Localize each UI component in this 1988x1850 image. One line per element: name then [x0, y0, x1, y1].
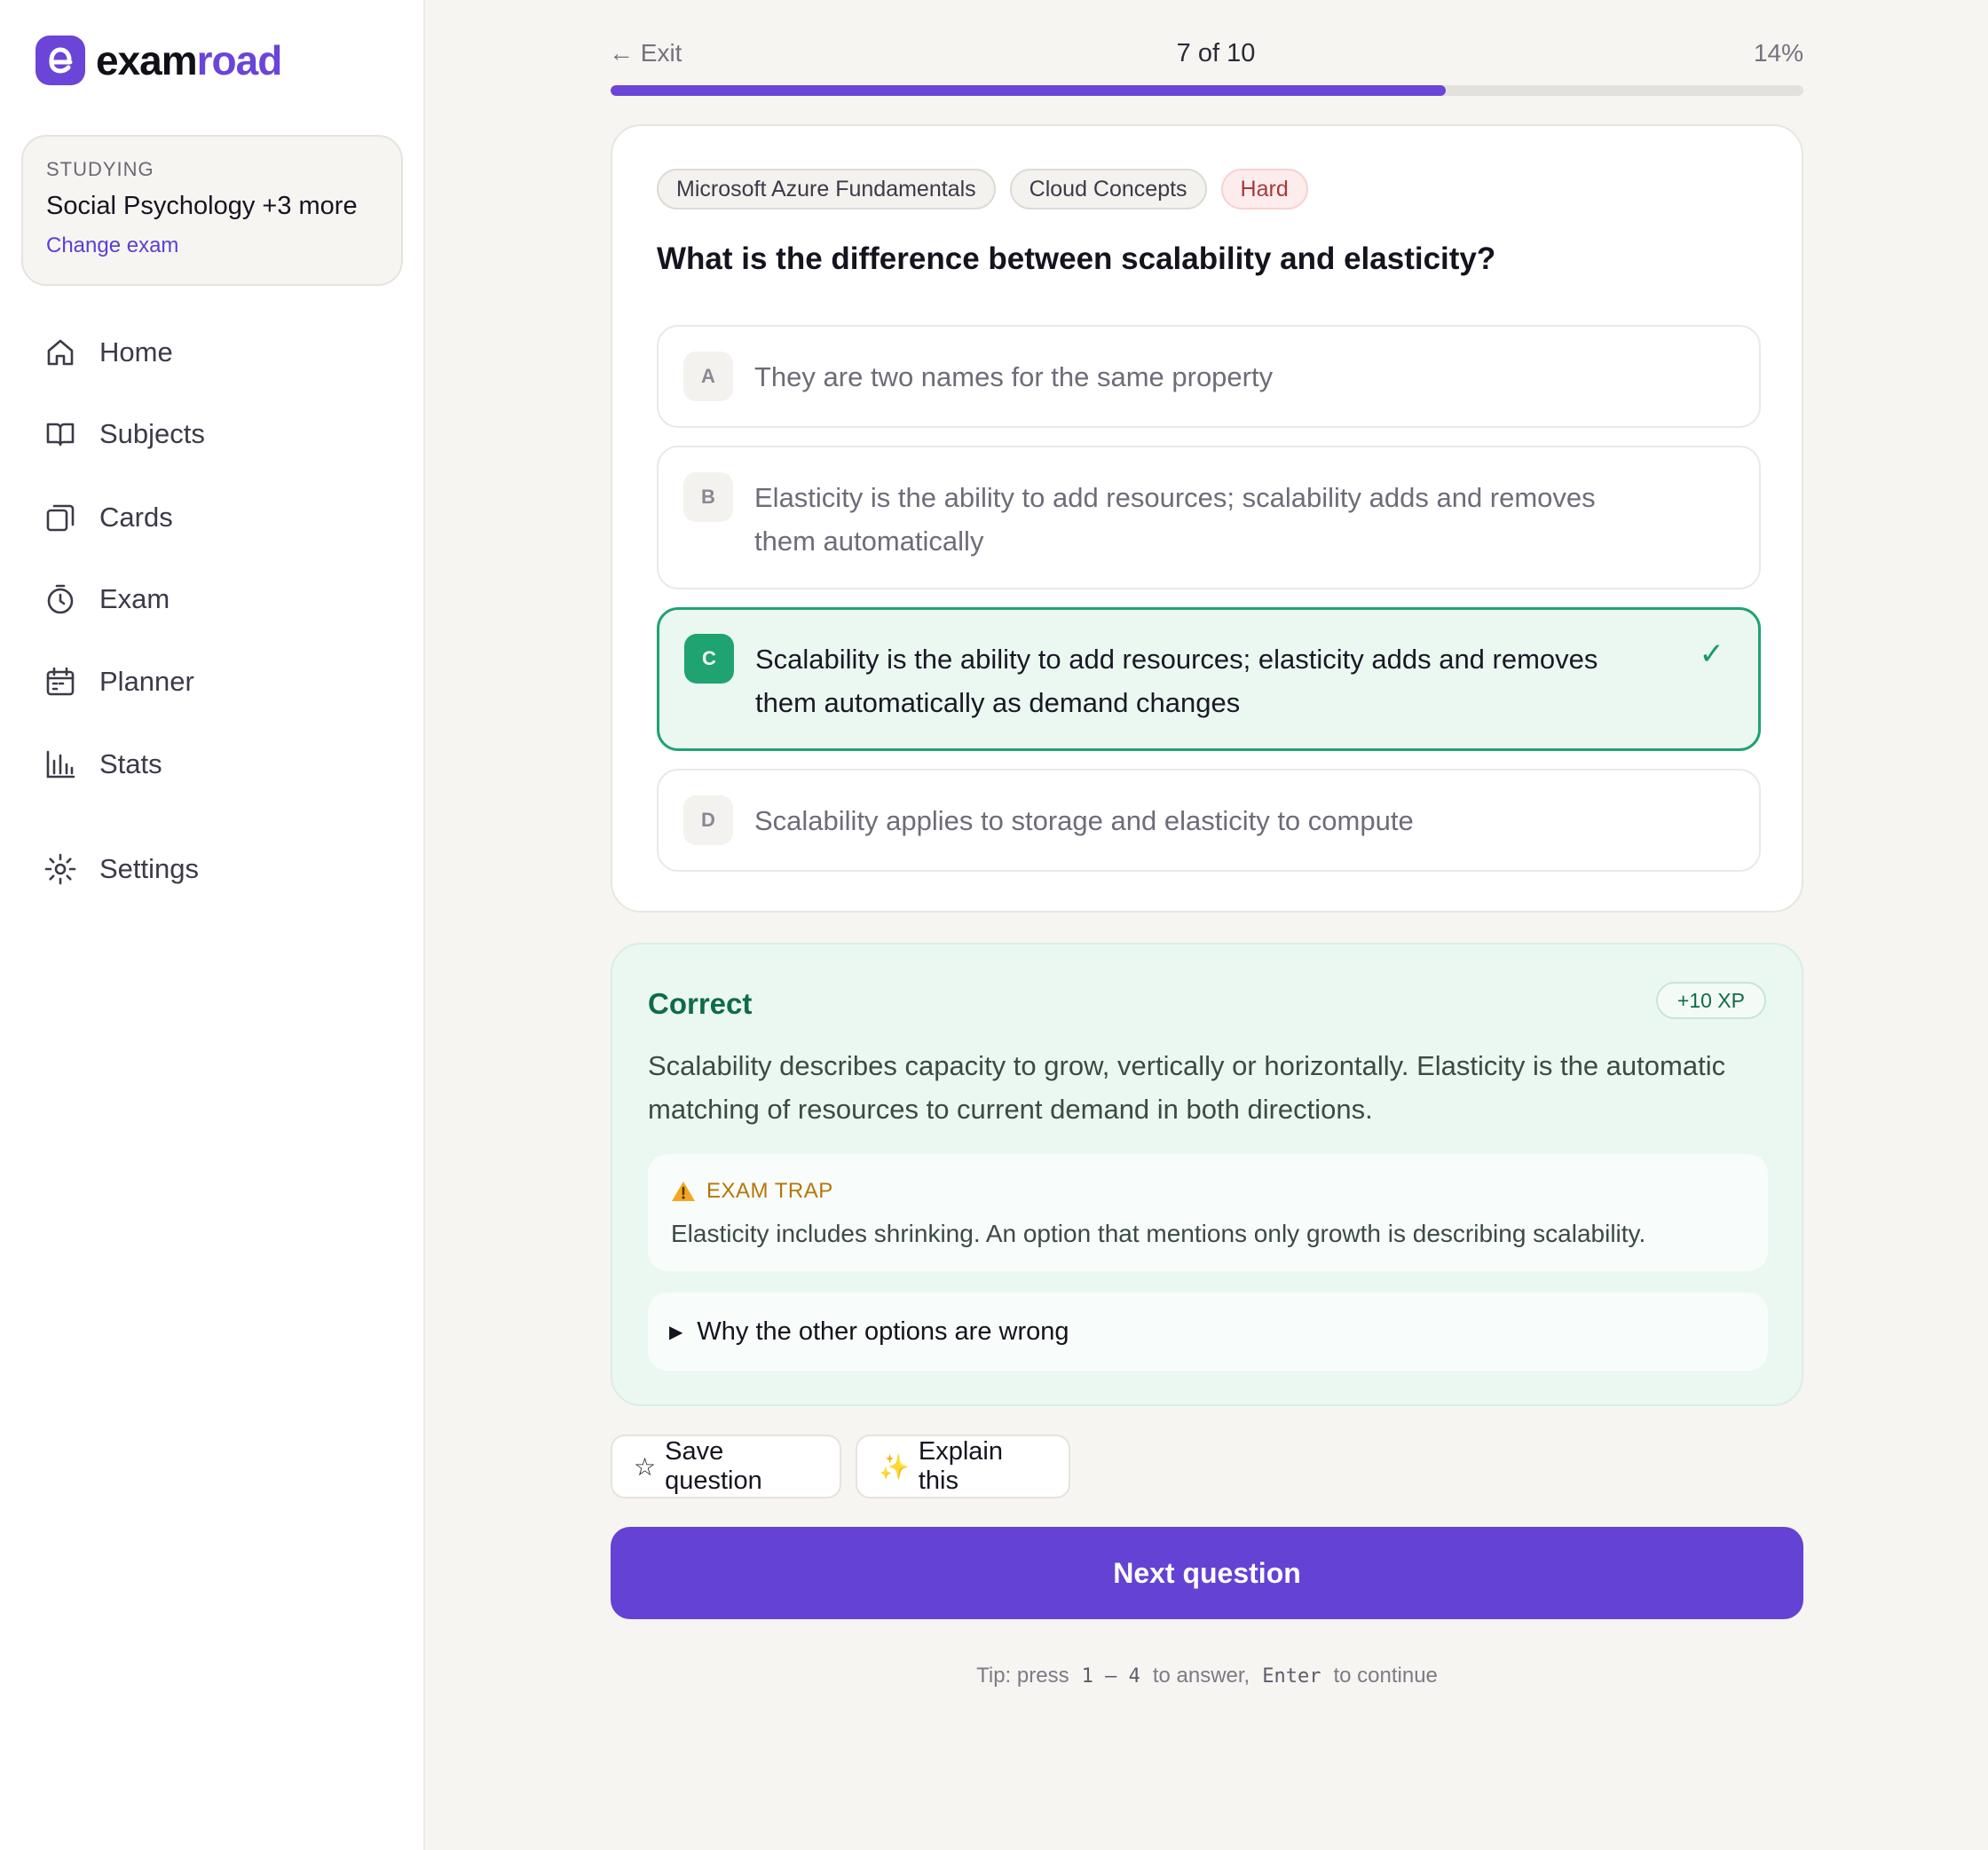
sidebar-item-label: Home — [99, 336, 173, 368]
logo-text-exam: exam — [96, 37, 198, 83]
disclosure-triangle-icon: ▶ — [669, 1322, 683, 1342]
studying-label: STUDYING — [46, 158, 154, 180]
next-question-button[interactable]: Next question — [611, 1527, 1803, 1619]
gear-icon — [44, 853, 76, 885]
sidebar-item-settings[interactable]: Settings — [44, 842, 199, 896]
sparkles-icon: ✨ — [879, 1452, 910, 1481]
save-question-button[interactable]: ☆ Save question — [611, 1435, 841, 1498]
exam-trap-label: EXAM TRAP — [706, 1179, 833, 1203]
option-letter: A — [683, 352, 733, 401]
sidebar-item-subjects[interactable]: Subjects — [44, 407, 205, 461]
exam-trap-box: EXAM TRAP Elasticity includes shrinking.… — [648, 1154, 1768, 1271]
book-icon — [44, 418, 76, 450]
tip-keys: 1 – 4 — [1081, 1665, 1140, 1688]
xp-badge: +10 XP — [1655, 982, 1766, 1019]
exam-trap-text: Elasticity includes shrinking. An option… — [671, 1220, 1646, 1247]
sidebar-item-label: Exam — [99, 583, 170, 614]
cards-icon — [44, 502, 76, 534]
exam-trap-header: EXAM TRAP — [671, 1179, 833, 1204]
warning-icon — [671, 1180, 696, 1203]
explain-this-button[interactable]: ✨ Explain this — [856, 1435, 1070, 1498]
keyboard-tip: Tip: press 1 – 4 to answer, Enter to continu… — [611, 1664, 1803, 1688]
sidebar-item-cards[interactable]: Cards — [44, 491, 173, 544]
option-d[interactable]: D Scalability applies to storage and ela… — [657, 769, 1761, 872]
sidebar-item-planner[interactable]: Planner — [44, 655, 194, 708]
logo-mark-icon — [36, 36, 85, 85]
question-text: What is the difference between scalabili… — [657, 241, 1496, 276]
why-other-options-toggle[interactable]: ▶ Why the other options are wrong — [648, 1293, 1768, 1371]
option-letter: D — [683, 795, 733, 845]
studying-card: STUDYING Social Psychology +3 more Chang… — [21, 135, 403, 286]
explain-this-label: Explain this — [918, 1437, 1003, 1495]
feedback-explanation: Scalability describes capacity to grow, … — [648, 1050, 1726, 1125]
logo-text: examroad — [96, 37, 283, 83]
save-question-label: Save question — [665, 1437, 762, 1495]
tip-prefix: Tip: press — [976, 1664, 1069, 1688]
tip-suffix: to continue — [1333, 1664, 1438, 1688]
sidebar-item-home[interactable]: Home — [44, 326, 173, 379]
option-c[interactable]: C Scalability is the ability to add reso… — [657, 607, 1761, 751]
home-icon — [44, 336, 76, 368]
tag-exam: Microsoft Azure Fundamentals — [657, 169, 996, 210]
tip-middle: to answer, — [1152, 1664, 1250, 1688]
change-exam-link[interactable]: Change exam — [46, 233, 401, 258]
sidebar-item-label: Cards — [99, 502, 173, 533]
logo[interactable]: examroad — [36, 36, 283, 85]
calendar-icon — [44, 666, 76, 698]
option-text: Elasticity is the ability to add resourc… — [754, 482, 1596, 557]
progress-percent: 14% — [1753, 39, 1803, 67]
sidebar: examroad STUDYING Social Psychology +3 m… — [0, 0, 425, 1850]
sidebar-item-label: Stats — [99, 748, 162, 779]
option-letter: C — [684, 634, 734, 684]
sidebar-item-label: Planner — [99, 666, 194, 697]
tag-list: Microsoft Azure Fundamentals Cloud Conce… — [657, 169, 1322, 210]
progress-bar — [611, 85, 1803, 96]
sidebar-item-label: Settings — [99, 853, 200, 884]
exit-button[interactable]: ← Exit — [609, 39, 682, 67]
sidebar-item-exam[interactable]: Exam — [44, 573, 170, 626]
studying-title: Social Psychology +3 more — [46, 192, 358, 220]
timer-icon — [44, 583, 76, 615]
option-text: Scalability is the ability to add resour… — [755, 644, 1598, 718]
option-a[interactable]: A They are two names for the same proper… — [657, 325, 1761, 428]
question-card: Microsoft Azure Fundamentals Cloud Conce… — [611, 124, 1803, 913]
tag-difficulty: Hard — [1220, 169, 1308, 210]
tip-enter-key: Enter — [1262, 1665, 1321, 1688]
why-other-options-label: Why the other options are wrong — [697, 1316, 1069, 1346]
tag-topic: Cloud Concepts — [1009, 169, 1207, 210]
progress-bar-fill — [611, 85, 1446, 96]
sidebar-item-stats[interactable]: Stats — [44, 738, 162, 791]
option-text: Scalability applies to storage and elast… — [754, 805, 1414, 836]
logo-text-road: road — [196, 37, 283, 83]
bar-chart-icon — [44, 748, 76, 780]
feedback-card: Correct +10 XP Scalability describes cap… — [611, 943, 1803, 1406]
question-counter: 7 of 10 — [1176, 39, 1256, 67]
option-letter: B — [683, 472, 733, 522]
option-b[interactable]: B Elasticity is the ability to add resou… — [657, 446, 1761, 589]
star-icon: ☆ — [634, 1452, 657, 1481]
check-icon: ✓ — [1699, 637, 1725, 671]
sidebar-item-label: Subjects — [99, 418, 205, 449]
feedback-title: Correct — [648, 987, 753, 1020]
option-text: They are two names for the same property — [754, 361, 1274, 392]
